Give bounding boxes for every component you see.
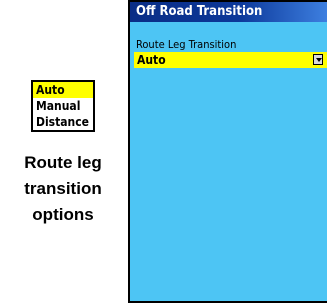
option-auto[interactable]: Auto (33, 82, 93, 98)
option-manual[interactable]: Manual (33, 98, 93, 114)
dropdown-value: Auto (137, 53, 166, 67)
route-leg-transition-label: Route Leg Transition (136, 38, 237, 51)
device-frame: Off Road Transition Route Leg Transition… (128, 0, 327, 303)
caption-line-2: transition (24, 179, 102, 198)
device-screen: Off Road Transition Route Leg Transition… (130, 2, 327, 301)
caption-line-1: Route leg (24, 153, 102, 172)
route-leg-transition-dropdown[interactable]: Auto (134, 52, 327, 68)
page-title: Off Road Transition (130, 2, 327, 22)
transition-options-list: Auto Manual Distance (31, 80, 95, 132)
figure-caption: Route leg transition options (0, 150, 126, 228)
caption-line-3: options (32, 205, 94, 224)
option-distance[interactable]: Distance (33, 114, 93, 130)
chevron-down-icon[interactable] (313, 54, 323, 65)
